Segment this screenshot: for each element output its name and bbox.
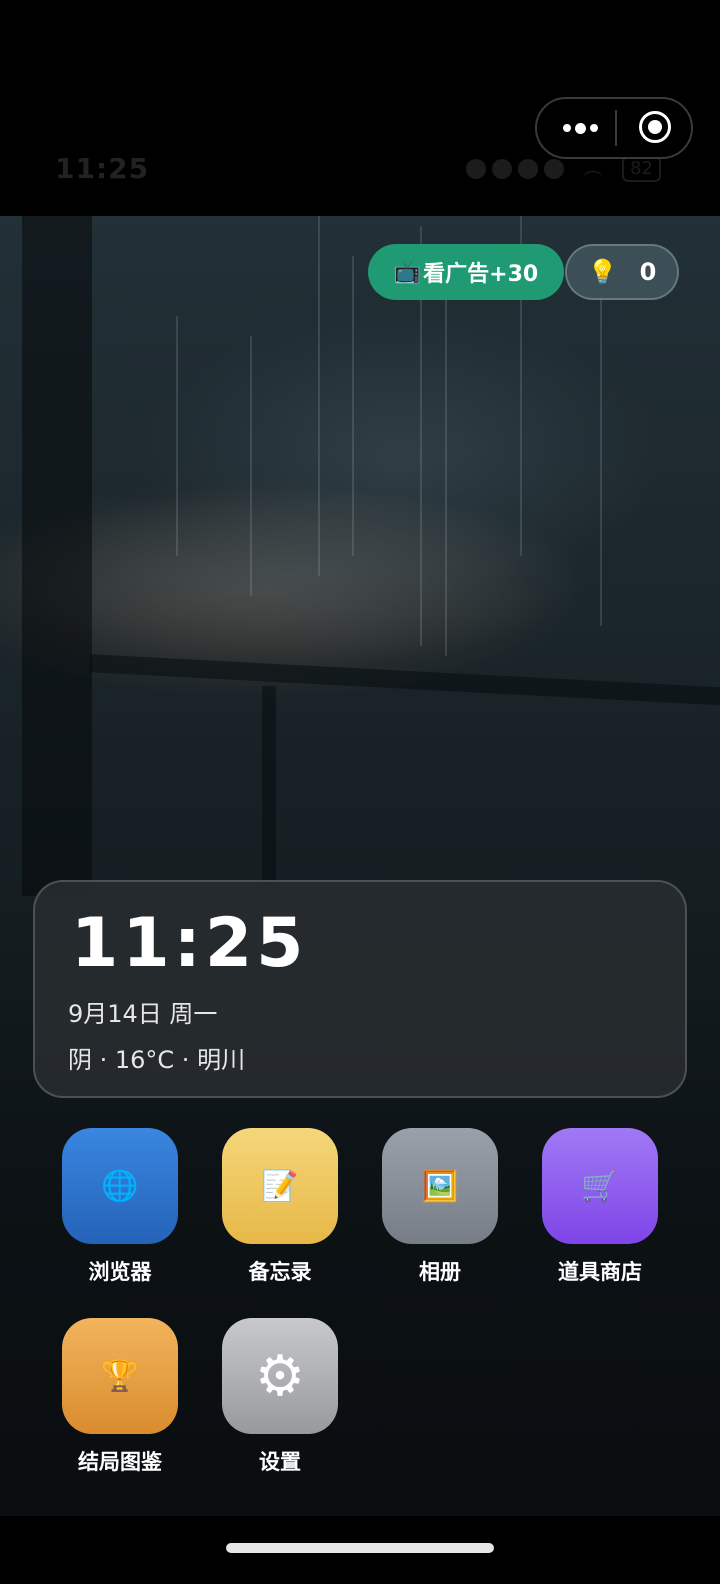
rain-drip [352,256,354,556]
lightbulb-icon: 💡 [587,258,618,286]
app-label: 相册 [419,1260,461,1284]
app-album[interactable]: 🖼️ 相册 [360,1128,520,1286]
rain-drip [318,216,320,576]
app-browser[interactable]: 🌐 浏览器 [40,1128,200,1286]
cart-icon: 🛒 [542,1128,658,1244]
clock-weather-widget: 11:25 9月14日 周一 阴 · 16°C · 明川 [33,880,687,1098]
target-icon[interactable] [639,111,671,143]
window-frame [22,216,92,896]
trophy-icon: 🏆 [62,1318,178,1434]
window-frame [90,654,720,706]
mini-program-capsule [535,97,693,159]
app-settings[interactable]: ⚙ 设置 [200,1318,360,1476]
picture-icon: 🖼️ [382,1128,498,1244]
rain-drip [176,316,178,556]
status-icons: ︵ 82 [466,156,661,182]
widget-weather: 阴 · 16°C · 明川 [68,1046,246,1074]
status-time: 11:25 [55,152,150,185]
rain-drip [600,296,602,626]
gear-icon: ⚙ [222,1318,338,1434]
app-label: 结局图鉴 [78,1450,162,1474]
home-indicator[interactable] [226,1543,494,1553]
rain-drip [445,276,447,656]
hint-counter[interactable]: 💡 0 [565,244,679,300]
app-item-shop[interactable]: 🛒 道具商店 [520,1128,680,1286]
widget-date: 9月14日 周一 [68,1000,218,1028]
signal-dot-icon [492,159,512,179]
top-bar: 11:25 ︵ 82 [0,0,720,216]
app-endings-gallery[interactable]: 🏆 结局图鉴 [40,1318,200,1476]
app-label: 浏览器 [88,1260,152,1284]
app-label: 设置 [259,1450,301,1474]
tv-icon: 📺 [393,259,422,285]
watch-ad-button[interactable]: 📺 看广告+30 [368,244,564,300]
more-dots-icon[interactable] [555,99,605,157]
signal-dot-icon [544,159,564,179]
app-label: 道具商店 [558,1260,642,1284]
gear-glyph: ⚙ [254,1343,306,1409]
memo-icon: 📝 [222,1128,338,1244]
wifi-icon: ︵ [584,158,602,179]
capsule-divider [615,110,617,146]
signal-dot-icon [518,159,538,179]
watch-ad-label: 看广告+30 [423,262,539,287]
signal-dot-icon [466,159,486,179]
app-memo[interactable]: 📝 备忘录 [200,1128,360,1286]
rain-drip [250,336,252,596]
battery-indicator: 82 [622,156,661,182]
widget-time: 11:25 [71,904,308,983]
globe-icon: 🌐 [62,1128,178,1244]
hint-count: 0 [639,258,657,286]
window-frame [262,686,276,886]
app-label: 备忘录 [248,1260,312,1284]
